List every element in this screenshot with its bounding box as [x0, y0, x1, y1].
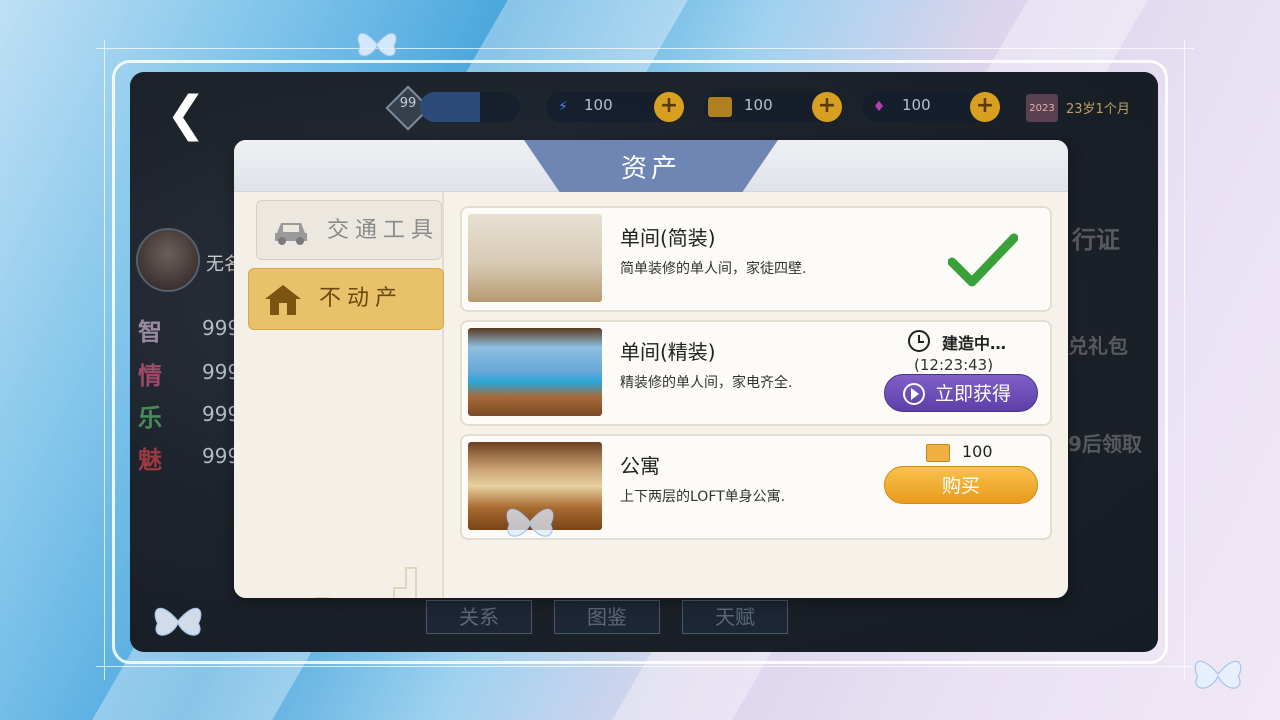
assets-dialog: 资产 交通工具 不动产 单间(简装) 简单装修的单人间，家徒四壁. 单间(精装)…: [234, 140, 1068, 598]
butterfly-icon: [357, 33, 397, 57]
buy-button[interactable]: 购买: [884, 466, 1038, 504]
item-name: 单间(简装): [620, 226, 716, 250]
age-value: 23岁1个月: [1066, 102, 1130, 117]
gem-value: 100: [902, 96, 931, 114]
play-icon: [903, 383, 925, 405]
exp-bar: [420, 92, 520, 122]
butterfly-icon: [506, 508, 554, 537]
tab-talent[interactable]: 天赋: [682, 600, 788, 634]
category-sidebar: 交通工具 不动产: [234, 192, 444, 598]
tab-real-estate[interactable]: 不动产: [248, 268, 444, 330]
item-description: 精装修的单人间，家电齐全.: [620, 375, 793, 391]
coin-value: 100: [744, 96, 773, 114]
tab-vehicles[interactable]: 交通工具: [256, 200, 442, 260]
dialog-title: 资产: [620, 154, 681, 184]
item-name: 公寓: [620, 454, 660, 478]
get-now-button[interactable]: 立即获得: [884, 374, 1038, 412]
stat-label: 智: [138, 318, 162, 346]
gem-icon: ♦: [872, 99, 886, 115]
city-skyline-decoration: [315, 567, 417, 598]
build-timer: (12:23:43): [914, 356, 994, 374]
avatar[interactable]: [136, 228, 200, 292]
lightning-icon: ⚡: [558, 99, 568, 115]
butterfly-icon: [1194, 660, 1242, 689]
butterfly-icon: [154, 607, 202, 636]
calendar-icon: 2023: [1026, 94, 1058, 122]
house-icon: [265, 285, 301, 315]
tab-vehicles-label: 交通工具: [327, 218, 440, 243]
add-gem-button[interactable]: +: [970, 92, 1000, 122]
cash-icon: [926, 444, 950, 462]
gift-label: 兑礼包: [1068, 334, 1128, 358]
room-thumbnail: [468, 214, 602, 302]
later-label: 9后领取: [1068, 432, 1142, 456]
tab-real-estate-label: 不动产: [319, 286, 404, 311]
build-status: 建造中…: [942, 334, 1007, 353]
frame-line: [96, 666, 1194, 667]
add-coin-button[interactable]: +: [812, 92, 842, 122]
back-button[interactable]: ❮: [160, 88, 212, 140]
add-energy-button[interactable]: +: [654, 92, 684, 122]
coin-icon: [708, 97, 732, 117]
pass-label: 行证: [1072, 226, 1120, 254]
checkmark-icon: [948, 233, 1018, 287]
item-name: 单间(精装): [620, 340, 716, 364]
clock-icon: [908, 330, 930, 352]
tab-collection[interactable]: 图鉴: [554, 600, 660, 634]
stat-label: 魅: [138, 446, 162, 474]
frame-line: [96, 48, 1194, 49]
room-thumbnail: [468, 328, 602, 416]
item-price: 100: [962, 442, 993, 461]
get-now-label: 立即获得: [935, 383, 1012, 405]
item-description: 上下两层的LOFT单身公寓.: [620, 489, 786, 505]
stat-label: 乐: [138, 404, 162, 432]
list-item[interactable]: 单间(简装) 简单装修的单人间，家徒四壁.: [460, 206, 1052, 312]
energy-value: 100: [584, 96, 613, 114]
list-item[interactable]: 单间(精装) 精装修的单人间，家电齐全. 建造中… (12:23:43) 立即获…: [460, 320, 1052, 426]
tab-relations[interactable]: 关系: [426, 600, 532, 634]
frame-line: [1184, 40, 1185, 680]
stat-label: 情: [138, 362, 162, 390]
frame-line: [104, 40, 105, 680]
car-icon: [275, 223, 307, 245]
item-description: 简单装修的单人间，家徒四壁.: [620, 261, 807, 277]
